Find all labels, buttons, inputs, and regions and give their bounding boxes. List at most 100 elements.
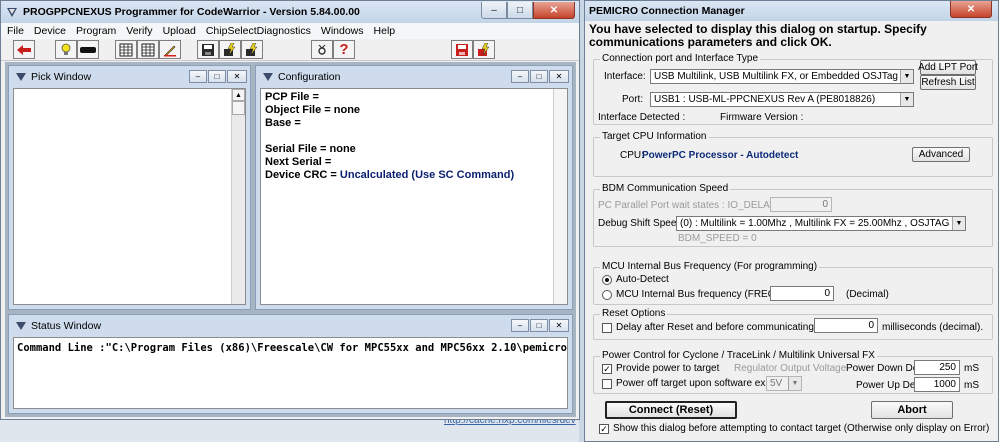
grid-icon-2[interactable] xyxy=(137,40,159,59)
pick-window-scrollbar[interactable]: ▲ xyxy=(231,89,245,304)
pick-window-minimize-button[interactable]: – xyxy=(189,70,207,83)
power-off-label: Power off target upon software exit xyxy=(616,378,771,389)
config-line-next-serial: Next Serial = xyxy=(265,156,332,168)
configuration-icon xyxy=(263,73,273,81)
close-button[interactable]: ✕ xyxy=(533,2,575,19)
minimize-button[interactable]: – xyxy=(481,2,507,19)
reset-delay-checkbox[interactable] xyxy=(602,323,612,333)
scroll-thumb[interactable] xyxy=(232,101,245,115)
connection-manager-dialog: PEMICRO Connection Manager ✕ You have se… xyxy=(584,0,999,442)
bus-frequency-field[interactable]: 0 xyxy=(770,286,834,301)
status-window-titlebar[interactable]: Status Window xyxy=(9,315,572,337)
status-window-close-button[interactable]: ✕ xyxy=(549,319,569,332)
cpu-label: CPU: xyxy=(620,150,644,161)
grid-icon[interactable] xyxy=(115,40,137,59)
add-lpt-port-button[interactable]: Add LPT Port xyxy=(918,60,978,75)
status-window-icon xyxy=(16,322,26,330)
scroll-up-icon[interactable]: ▲ xyxy=(232,89,245,101)
menu-file[interactable]: File xyxy=(7,25,24,37)
connect-reset-button[interactable]: Connect (Reset) xyxy=(605,401,737,419)
save-red-icon[interactable] xyxy=(451,40,473,59)
power-up-delay-field[interactable]: 1000 xyxy=(914,377,960,392)
configuration-close-button[interactable]: ✕ xyxy=(549,70,569,83)
interface-select[interactable]: USB Multilink, USB Multilink FX, or Embe… xyxy=(650,69,914,84)
configuration-minimize-button[interactable]: – xyxy=(511,70,529,83)
pick-window-list[interactable]: ▲ xyxy=(13,88,246,305)
power-down-unit: mS xyxy=(964,363,979,374)
toolbar: ? xyxy=(1,39,579,61)
config-line-object: Object File = none xyxy=(265,104,361,116)
config-line-blank xyxy=(261,130,567,143)
crc-value: Uncalculated (Use SC Command) xyxy=(339,169,515,181)
refresh-list-button[interactable]: Refresh List xyxy=(920,75,976,90)
maximize-button[interactable]: □ xyxy=(507,2,533,19)
menu-help[interactable]: Help xyxy=(374,25,396,37)
status-command-line: Command Line :"C:\Program Files (x86)\Fr… xyxy=(17,342,568,354)
menu-verify[interactable]: Verify xyxy=(126,25,152,37)
flash-icon-2[interactable] xyxy=(241,40,263,59)
dialog-titlebar[interactable]: PEMICRO Connection Manager xyxy=(585,1,998,21)
manual-freq-radio[interactable] xyxy=(602,290,612,300)
dialog-title: PEMICRO Connection Manager xyxy=(589,5,745,17)
power-down-delay-field[interactable]: 250 xyxy=(914,360,960,375)
reset-options-group-label: Reset Options xyxy=(600,308,668,319)
auto-detect-label: Auto-Detect xyxy=(616,274,669,285)
menu-windows[interactable]: Windows xyxy=(321,25,364,37)
pick-window-maximize-button[interactable]: □ xyxy=(208,70,226,83)
menu-program[interactable]: Program xyxy=(76,25,116,37)
menu-chipselectdiagnostics[interactable]: ChipSelectDiagnostics xyxy=(206,25,311,37)
menu-upload[interactable]: Upload xyxy=(163,25,196,37)
dialog-close-button[interactable]: ✕ xyxy=(950,1,992,18)
help-icon[interactable]: ? xyxy=(333,40,355,59)
configuration-scrollbar[interactable] xyxy=(553,89,567,304)
provide-power-checkbox[interactable]: ✓ xyxy=(602,364,612,374)
save-icon[interactable] xyxy=(197,40,219,59)
gear-icon[interactable] xyxy=(311,40,333,59)
configuration-title: Configuration xyxy=(278,71,341,83)
bdm-speed-label: BDM_SPEED = 0 xyxy=(678,233,757,244)
reset-delay-field[interactable]: 0 xyxy=(814,318,878,333)
status-window-title: Status Window xyxy=(31,320,102,332)
flash-red-icon[interactable] xyxy=(473,40,495,59)
bulb-icon[interactable] xyxy=(55,40,77,59)
window-caption-buttons: – □ ✕ xyxy=(481,2,575,19)
configuration-maximize-button[interactable]: □ xyxy=(530,70,548,83)
pick-window-close-button[interactable]: ✕ xyxy=(227,70,247,83)
configuration-caption-buttons: – □ ✕ xyxy=(511,70,569,83)
menu-device[interactable]: Device xyxy=(34,25,66,37)
status-window-maximize-button[interactable]: □ xyxy=(530,319,548,332)
menubar: File Device Program Verify Upload ChipSe… xyxy=(1,23,579,39)
status-window-caption-buttons: – □ ✕ xyxy=(511,319,569,332)
mdi-workspace: Pick Window – □ ✕ ▲ Configuration – □ ✕ … xyxy=(5,62,576,417)
firmware-version-label: Firmware Version : xyxy=(720,112,804,123)
chip-icon[interactable] xyxy=(77,40,99,59)
config-line-pcp: PCP File = xyxy=(265,91,319,103)
status-window-minimize-button[interactable]: – xyxy=(511,319,529,332)
config-line-serial: Serial File = none xyxy=(265,143,356,155)
io-delay-field[interactable]: 0 xyxy=(770,197,832,212)
programmer-window: PROGPPCNEXUS Programmer for CodeWarrior … xyxy=(0,0,580,420)
abort-button[interactable]: Abort xyxy=(871,401,953,419)
power-control-group: Power Control for Cyclone / TraceLink / … xyxy=(593,350,993,394)
voltage-select[interactable]: 5V ▼ xyxy=(766,376,802,391)
config-line-base: Base = xyxy=(265,117,301,129)
app-icon xyxy=(7,8,17,17)
pen-icon[interactable] xyxy=(159,40,181,59)
status-window: Status Window – □ ✕ Command Line :"C:\Pr… xyxy=(8,314,573,414)
status-window-body[interactable]: Command Line :"C:\Program Files (x86)\Fr… xyxy=(13,337,568,409)
bus-frequency-unit: (Decimal) xyxy=(846,289,889,300)
configuration-body: PCP File = Object File = none Base = Ser… xyxy=(260,88,568,305)
advanced-button[interactable]: Advanced xyxy=(912,147,970,162)
pick-window: Pick Window – □ ✕ ▲ xyxy=(8,65,251,310)
power-off-checkbox[interactable] xyxy=(602,379,612,389)
port-select[interactable]: USB1 : USB-ML-PPCNEXUS Rev A (PE8018826)… xyxy=(650,92,914,107)
auto-detect-radio[interactable] xyxy=(602,275,612,285)
power-control-group-label: Power Control for Cyclone / TraceLink / … xyxy=(600,350,877,361)
target-cpu-group: Target CPU Information CPU: PowerPC Proc… xyxy=(593,131,993,177)
show-dialog-checkbox[interactable]: ✓ xyxy=(599,424,609,434)
back-arrow-icon[interactable] xyxy=(13,40,35,59)
regulator-voltage-label: Regulator Output Voltage xyxy=(734,363,847,374)
flash-icon[interactable] xyxy=(219,40,241,59)
debug-shift-select[interactable]: (0) : Multilink = 1.00Mhz , Multilink FX… xyxy=(676,216,966,231)
chevron-down-icon: ▼ xyxy=(900,93,913,106)
